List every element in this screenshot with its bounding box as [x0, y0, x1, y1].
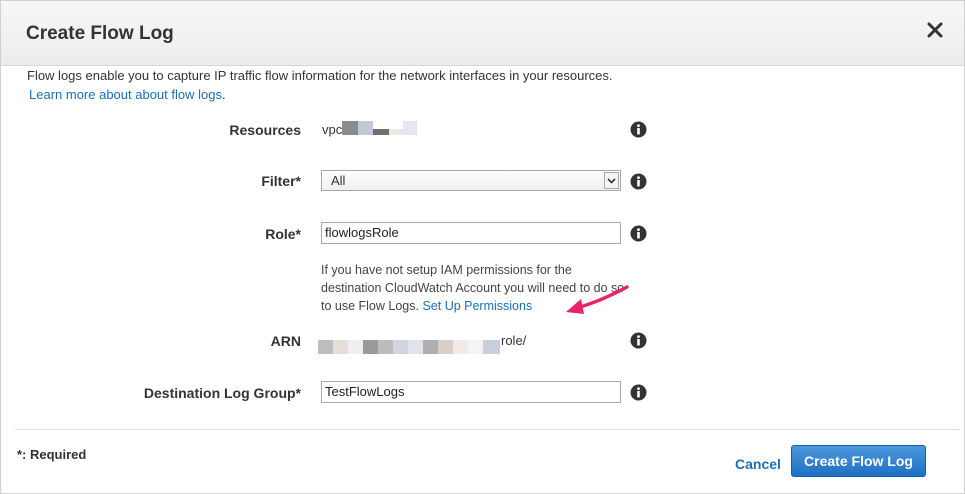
arn-label: ARN [270, 333, 301, 349]
filter-info-icon[interactable] [630, 173, 647, 190]
destination-log-group-label: Destination Log Group* [143, 385, 301, 401]
chevron-down-icon[interactable] [604, 172, 619, 189]
destination-info-icon[interactable] [630, 384, 647, 401]
resources-info-icon[interactable] [630, 121, 647, 138]
resources-value: vpc [322, 122, 343, 137]
role-label: Role* [265, 226, 301, 242]
annotation-arrow-icon [566, 285, 629, 314]
intro-text: Flow logs enable you to capture IP traff… [27, 68, 613, 83]
set-up-permissions-link[interactable]: Set Up Permissions [422, 299, 532, 313]
destination-log-group-input[interactable]: TestFlowLogs [321, 381, 621, 403]
resources-label: Resources [229, 122, 301, 138]
cancel-button[interactable]: Cancel [735, 456, 781, 472]
filter-selected-value: All [331, 173, 346, 188]
dialog-header: Create Flow Log [1, 1, 964, 66]
role-input[interactable]: flowlogsRole [321, 222, 621, 244]
learn-more-link[interactable]: Learn more about about flow logs [29, 87, 222, 102]
footer-divider [15, 429, 959, 430]
learn-more-line: Learn more about about flow logs. [29, 87, 226, 102]
create-flow-log-button[interactable]: Create Flow Log [791, 445, 926, 477]
arn-suffix: role/ [501, 333, 527, 348]
dialog-title: Create Flow Log [26, 23, 174, 44]
learn-more-suffix: . [221, 87, 226, 102]
create-flow-log-dialog: Create Flow Log Flow logs enable you to … [0, 0, 965, 494]
arn-info-icon[interactable] [630, 332, 647, 349]
required-note: *: Required [17, 447, 87, 462]
close-icon[interactable] [926, 21, 944, 39]
filter-select[interactable]: All [321, 170, 621, 191]
role-info-icon[interactable] [630, 225, 647, 242]
filter-label: Filter* [261, 173, 301, 189]
